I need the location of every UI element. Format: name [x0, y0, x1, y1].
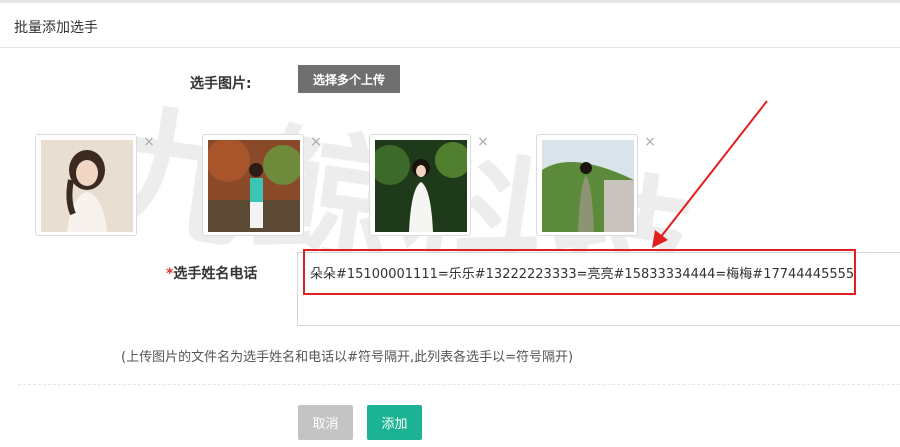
photo-thumbnail: × — [35, 134, 155, 236]
upload-label: 选手图片: — [190, 76, 252, 92]
remove-photo-icon[interactable]: × — [643, 135, 657, 149]
add-button[interactable]: 添加 — [367, 405, 422, 440]
names-phones-label: *选手姓名电话 — [166, 263, 257, 283]
upload-multiple-button[interactable]: 选择多个上传 — [298, 65, 400, 93]
remove-photo-icon[interactable]: × — [142, 135, 156, 149]
photo-thumbnail: × — [536, 134, 656, 236]
cancel-button[interactable]: 取消 — [298, 405, 353, 440]
photo-thumbnail: × — [369, 134, 489, 236]
names-phones-label-text: 选手姓名电话 — [173, 266, 258, 282]
remove-photo-icon[interactable]: × — [309, 135, 323, 149]
contestant-photo — [375, 140, 467, 232]
hint-text: (上传图片的文件名为选手姓名和电话以#符号隔开,此列表各选手以=符号隔开) — [121, 350, 574, 365]
contestant-photo — [41, 140, 133, 232]
page-title: 批量添加选手 — [14, 20, 98, 36]
contestant-photo — [542, 140, 634, 232]
panel-header: 批量添加选手 — [0, 3, 900, 48]
remove-photo-icon[interactable]: × — [476, 135, 490, 149]
photo-thumbnail: × — [202, 134, 322, 236]
divider — [18, 384, 900, 385]
contestant-photo — [208, 140, 300, 232]
annotation-highlight-box — [303, 249, 856, 295]
